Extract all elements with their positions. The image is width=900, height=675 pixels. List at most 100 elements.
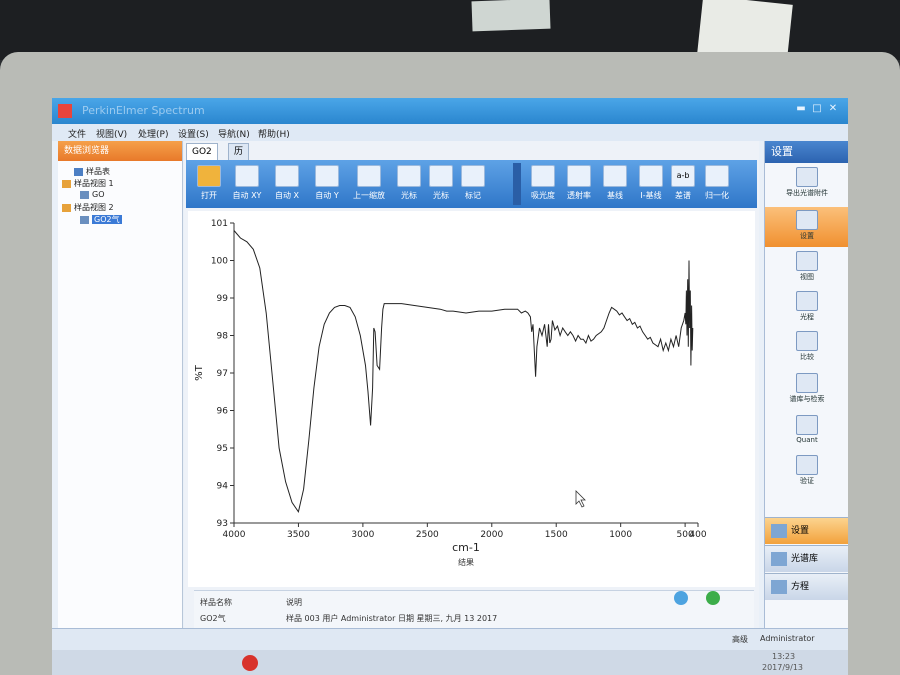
windows-taskbar: 13:23 2017/9/13 [52,650,848,675]
baseline-button[interactable]: 基线 [596,163,634,207]
y-tick-label: 97 [217,369,228,379]
taskbar-date: 2017/9/13 [762,663,804,672]
cursor-icon [397,165,421,187]
data-browser-title: 数据浏览器 [58,141,182,161]
setup-nav-icon [771,523,787,538]
spectrum-icon [80,215,89,224]
y-tick-label: 100 [211,257,228,267]
tree-item-sample-view-1[interactable]: 样品视图 1 [62,178,114,189]
compare-icon [796,331,818,351]
main-area: GO2气 历史记录 打开 自动 XY 自动 X 自动 Y 上一缩放 光标 光标 … [184,141,759,675]
record-icon[interactable] [242,655,258,671]
app-window: PerkinElmer Spectrum ▬ □ ✕ 文件 视图(V) 处理(P… [52,98,848,675]
auto-x-icon [275,165,299,187]
toolbar-separator [513,163,521,205]
mouse-pointer-icon [575,490,586,508]
window-title: PerkinElmer Spectrum [82,104,205,117]
nav-setup[interactable]: 设置 [765,517,848,544]
menu-setup[interactable]: 设置(S) [178,127,209,140]
folder-icon [62,203,71,212]
y-tick-label: 99 [217,294,229,304]
open-button[interactable]: 打开 [190,163,228,207]
pathlength-button[interactable]: 光程 [765,291,848,322]
y-tick-label: 101 [211,219,228,229]
x-tick-label: 1000 [609,530,632,540]
compare-button[interactable]: 比较 [765,331,848,362]
status-mode: 高级 [732,635,748,644]
pathlength-icon [796,291,818,311]
info-green-icon[interactable] [706,591,720,605]
tree-item-go[interactable]: GO [80,190,105,199]
tree-item-go2[interactable]: GO2气 [80,214,122,225]
taskbar-time: 13:23 [772,652,796,661]
folder-icon [62,179,71,188]
y-tick-label: 95 [217,444,228,454]
sqrt-icon [771,579,787,594]
title-bar: PerkinElmer Spectrum ▬ □ ✕ [52,98,848,124]
results-row-desc: 样品 003 用户 Administrator 日期 星期三, 九月 13 20… [286,614,498,623]
tree-item-sample-table[interactable]: 样品表 [74,166,110,177]
quant-icon [796,415,818,435]
normalize-button[interactable]: 归一化 [698,163,736,207]
y-tick-label: 96 [217,407,229,417]
y-tick-label: 93 [217,519,228,529]
view-icon [796,251,818,271]
menu-view[interactable]: 视图(V) [96,127,127,140]
label-button[interactable]: 标记 [454,163,492,207]
chart-subtitle: 结果 [458,557,474,567]
table-icon [74,167,83,176]
transmittance-button[interactable]: 透射率 [560,163,598,207]
menu-bar: 文件 视图(V) 处理(P) 设置(S) 导航(N) 帮助(H) [52,124,848,141]
auto-xy-button[interactable]: 自动 XY [228,163,266,207]
menu-help[interactable]: 帮助(H) [258,127,290,140]
results-row-name[interactable]: GO2气 [200,613,226,624]
close-icon[interactable]: ✕ [828,104,838,114]
minimize-icon[interactable]: ▬ [796,104,806,114]
x-tick-label: 400 [689,530,706,540]
library-nav-icon [771,551,787,566]
i-baseline-icon [639,165,663,187]
a-b-icon: a-b [671,165,695,187]
verify-button[interactable]: 验证 [765,455,848,486]
y-tick-label: 98 [217,332,229,342]
status-user: Administrator [760,634,815,643]
auto-xy-icon [235,165,259,187]
setup-button[interactable]: 设置 [765,207,848,247]
auto-y-icon [315,165,339,187]
menu-file[interactable]: 文件 [68,127,86,140]
auto-x-button[interactable]: 自动 X [268,163,306,207]
cursor-2-icon [429,165,453,187]
label-icon [461,165,485,187]
settings-panel: 设置 导出光谱附件 设置 视图 光程 比较 谱库与检索 Quant 验证 设置 … [764,141,848,675]
absorbance-button[interactable]: 吸光度 [524,163,562,207]
x-tick-label: 2000 [480,530,503,540]
maximize-icon[interactable]: □ [812,104,822,114]
status-bar: 高级 Administrator [52,628,848,651]
spectrum-chart-svg: 101 100 99 98 97 96 95 94 934000 3500 3000 2500 2000… [194,219,707,567]
tab-history[interactable]: 历史记录 [228,143,250,205]
tab-go2[interactable]: GO2气 [186,143,218,173]
nav-library[interactable]: 光谱库 [765,545,848,572]
view-button[interactable]: 视图 [765,251,848,282]
x-tick-label: 1500 [545,530,568,540]
toolbar: 打开 自动 XY 自动 X 自动 Y 上一缩放 光标 光标 标记 吸光度 透射率… [186,160,757,208]
normalize-icon [705,165,729,187]
menu-navigate[interactable]: 导航(N) [218,127,250,140]
export-button[interactable]: 导出光谱附件 [765,167,848,198]
difference-button[interactable]: a-b 差谱 [664,163,702,207]
y-axis-label: %T [194,364,205,381]
menu-process[interactable]: 处理(P) [138,127,168,140]
spectrum-plot[interactable]: 101 100 99 98 97 96 95 94 93 4000 3500 3000 2500 2000… [188,211,755,587]
tree-item-sample-view-2[interactable]: 样品视图 2 [62,202,114,213]
x-tick-label: 2500 [416,530,439,540]
quant-button[interactable]: Quant [765,415,848,444]
results-name-header: 样品名称 [200,598,232,607]
auto-y-button[interactable]: 自动 Y [308,163,346,207]
library-icon [796,373,818,393]
library-search-button[interactable]: 谱库与检索 [765,373,848,404]
absorbance-icon [531,165,555,187]
sticky-note [471,0,551,32]
nav-equation[interactable]: 方程 [765,573,848,600]
previous-zoom-button[interactable]: 上一缩放 [350,163,388,207]
info-icon[interactable] [674,591,688,605]
